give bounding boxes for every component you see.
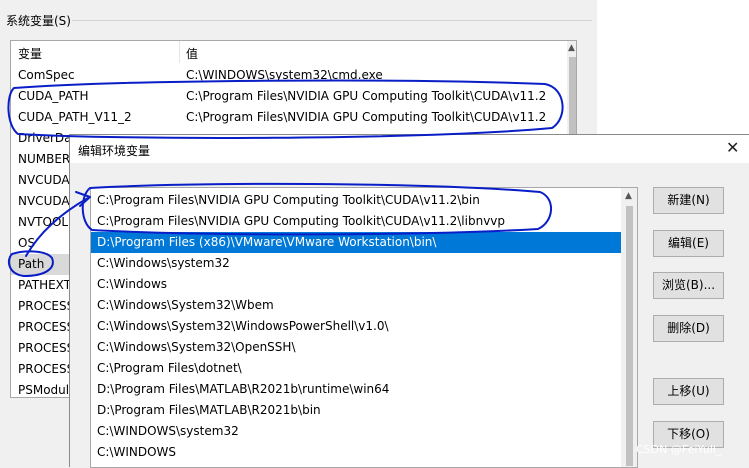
variable-name: PROCESS — [18, 299, 75, 313]
variable-name: PSModul — [18, 383, 70, 397]
system-variables-header: 变量 值 — [11, 41, 567, 63]
edit-button[interactable]: 编辑(E) — [653, 230, 724, 257]
path-entry-row[interactable]: D:\Program Files\MATLAB\R2021b\bin — [91, 400, 621, 421]
variable-value: C:\WINDOWS\system32\cmd.exe — [186, 68, 383, 82]
path-entry-text: C:\WINDOWS — [97, 445, 177, 459]
path-entry-row[interactable]: C:\Program Files\dotnet\ — [91, 358, 621, 379]
path-entries-list[interactable]: C:\Program Files\NVIDIA GPU Computing To… — [90, 187, 638, 468]
path-entry-text: C:\Program Files\NVIDIA GPU Computing To… — [97, 214, 506, 228]
path-entry-row[interactable]: C:\Windows — [91, 274, 621, 295]
scrollbar-thumb[interactable] — [626, 206, 633, 466]
path-entry-row[interactable]: C:\Windows\system32 — [91, 253, 621, 274]
system-variable-row[interactable]: CUDA_PATH_V11_2 C:\Program Files\NVIDIA G… — [11, 107, 567, 128]
group-divider — [72, 20, 592, 21]
path-entry-row[interactable]: C:\Program Files\NVIDIA GPU Computing To… — [91, 211, 621, 232]
path-entry-text: C:\Windows — [97, 277, 168, 291]
close-icon[interactable]: ✕ — [726, 138, 739, 157]
path-entry-row[interactable]: D:\Program Files (x86)\VMware\VMware Wor… — [91, 232, 621, 253]
path-entry-text: D:\Program Files (x86)\VMware\VMware Wor… — [97, 235, 437, 249]
path-entry-row[interactable]: C:\Windows\System32\WindowsPowerShell\v1… — [91, 316, 621, 337]
path-entry-text: C:\Windows\System32\OpenSSH\ — [97, 340, 296, 354]
variable-name: NUMBER — [18, 152, 71, 166]
variable-name: DriverDa — [18, 131, 72, 145]
variable-name: CUDA_PATH — [18, 89, 89, 103]
variable-name: NVCUDA — [18, 173, 70, 187]
system-variable-row[interactable]: ComSpec C:\WINDOWS\system32\cmd.exe — [11, 65, 567, 86]
path-entry-text: C:\Program Files\dotnet\ — [97, 361, 242, 375]
watermark: CSDN @FeiYull_ — [636, 443, 722, 456]
path-list-scrollbar[interactable]: ▲ — [621, 188, 637, 467]
variable-name: CUDA_PATH_V11_2 — [18, 110, 132, 124]
path-entry-text: D:\Program Files\MATLAB\R2021b\runtime\w… — [97, 382, 390, 396]
browse-button[interactable]: 浏览(B)... — [653, 272, 724, 299]
path-entry-row[interactable]: C:\WINDOWS\system32 — [91, 421, 621, 442]
path-entry-text: D:\Program Files\MATLAB\R2021b\bin — [97, 403, 321, 417]
path-entry-row[interactable]: C:\Program Files\NVIDIA GPU Computing To… — [91, 190, 621, 211]
path-entry-text: C:\Windows\system32 — [97, 256, 230, 270]
variable-name: ComSpec — [18, 68, 75, 82]
path-entry-text: C:\Windows\System32\WindowsPowerShell\v1… — [97, 319, 389, 333]
delete-button[interactable]: 删除(D) — [653, 315, 724, 342]
variable-name: PROCESS — [18, 320, 75, 334]
column-header-value[interactable]: 值 — [186, 45, 198, 62]
edit-environment-variable-dialog: 编辑环境变量 ✕ C:\Program Files\NVIDIA GPU Com… — [69, 134, 749, 468]
dialog-titlebar[interactable]: 编辑环境变量 ✕ — [70, 135, 749, 163]
variable-name: Path — [18, 257, 45, 271]
path-entry-row[interactable]: C:\WINDOWS — [91, 442, 621, 463]
scroll-up-arrow-icon[interactable]: ▲ — [625, 191, 632, 201]
system-variable-row[interactable]: CUDA_PATH C:\Program Files\NVIDIA GPU Com… — [11, 86, 567, 107]
variable-value: C:\Program Files\NVIDIA GPU Computing To… — [186, 89, 547, 103]
variable-name: PROCESS — [18, 362, 75, 376]
system-variables-group-label: 系统变量(S) — [6, 14, 71, 28]
variable-name: PATHEXT — [18, 278, 72, 292]
scroll-up-arrow-icon[interactable]: ▲ — [568, 43, 575, 53]
column-header-variable[interactable]: 变量 — [18, 45, 42, 62]
path-entry-row[interactable]: D:\Program Files\MATLAB\R2021b\runtime\w… — [91, 379, 621, 400]
new-button[interactable]: 新建(N) — [653, 187, 724, 214]
path-entry-row[interactable]: C:\Windows\System32\OpenSSH\ — [91, 337, 621, 358]
path-entry-text: C:\Windows\System32\Wbem — [97, 298, 274, 312]
variable-name: PROCESS — [18, 341, 75, 355]
variable-name: NVCUDA — [18, 194, 70, 208]
move-up-button[interactable]: 上移(U) — [653, 378, 724, 405]
path-entry-text: C:\WINDOWS\system32 — [97, 424, 239, 438]
path-entry-text: C:\Program Files\NVIDIA GPU Computing To… — [97, 193, 480, 207]
variable-name: OS — [18, 236, 36, 250]
column-separator[interactable] — [179, 41, 180, 63]
variable-value: C:\Program Files\NVIDIA GPU Computing To… — [186, 110, 547, 124]
path-entry-row[interactable]: C:\Windows\System32\Wbem — [91, 295, 621, 316]
background-panel — [597, 0, 749, 140]
variable-name: NVTOOL — [18, 215, 69, 229]
dialog-title: 编辑环境变量 — [78, 144, 151, 158]
